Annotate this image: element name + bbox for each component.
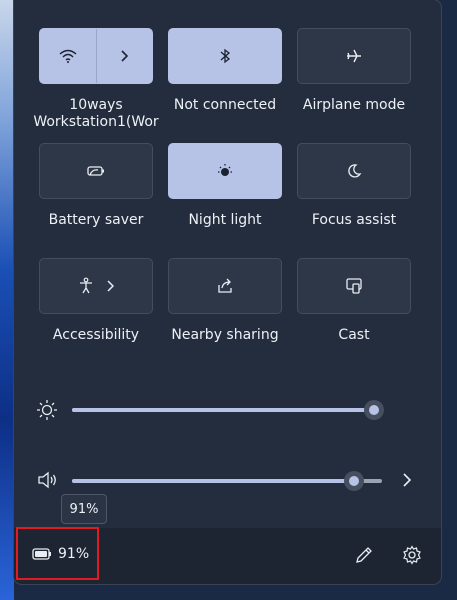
- chevron-right-icon: [107, 280, 114, 292]
- wifi-expand-button[interactable]: [97, 29, 153, 83]
- brightness-slider-fill: [72, 408, 374, 412]
- bluetooth-tile[interactable]: [168, 28, 282, 84]
- volume-icon: [36, 470, 58, 494]
- volume-tooltip: 91%: [61, 494, 107, 524]
- brightness-slider-track[interactable]: [72, 408, 374, 412]
- volume-slider-fill: [72, 479, 355, 483]
- focus-assist-label: Focus assist: [311, 212, 397, 228]
- chevron-right-icon: [403, 473, 412, 487]
- bluetooth-tile-label: Not connected: [173, 97, 277, 113]
- bluetooth-icon: [220, 48, 231, 64]
- desktop-wallpaper: [0, 0, 14, 600]
- volume-slider-track[interactable]: [72, 479, 382, 483]
- night-light-icon: [218, 164, 232, 176]
- quick-settings-panel: 10ways Workstation1(Wor Not connected Ai…: [14, 0, 441, 584]
- cast-tile[interactable]: [297, 258, 411, 314]
- accessibility-tile[interactable]: [39, 258, 153, 314]
- brightness-slider-thumb[interactable]: [364, 400, 384, 420]
- battery-saver-icon: [87, 166, 104, 176]
- settings-button[interactable]: [402, 545, 422, 569]
- wifi-icon: [59, 49, 77, 63]
- airplane-tile-label: Airplane mode: [302, 97, 406, 113]
- airplane-icon: [347, 49, 361, 63]
- audio-output-chevron[interactable]: [401, 472, 413, 492]
- brightness-icon: [36, 399, 58, 425]
- pencil-icon: [356, 547, 372, 563]
- battery-percentage: 91%: [58, 545, 90, 562]
- battery-saver-tile[interactable]: [39, 143, 153, 199]
- edit-quick-settings-button[interactable]: [354, 545, 374, 569]
- share-icon: [218, 278, 232, 293]
- nearby-sharing-tile[interactable]: [168, 258, 282, 314]
- chevron-right-icon: [121, 50, 129, 62]
- wifi-tile-label: 10ways Workstation1(Wor: [33, 97, 159, 130]
- wifi-tile[interactable]: [39, 28, 153, 84]
- battery-saver-label: Battery saver: [48, 212, 144, 228]
- volume-slider-thumb[interactable]: [344, 471, 365, 491]
- airplane-mode-tile[interactable]: [297, 28, 411, 84]
- night-light-label: Night light: [188, 212, 262, 228]
- focus-assist-tile[interactable]: [297, 143, 411, 199]
- battery-icon: [32, 547, 51, 560]
- accessibility-icon: [80, 277, 92, 294]
- nearby-sharing-label: Nearby sharing: [171, 327, 279, 343]
- cast-label: Cast: [338, 327, 370, 343]
- night-light-tile[interactable]: [168, 143, 282, 199]
- wifi-toggle[interactable]: [40, 29, 96, 83]
- moon-icon: [348, 164, 362, 178]
- battery-status-button[interactable]: 91%: [16, 527, 99, 580]
- accessibility-label: Accessibility: [52, 327, 140, 343]
- gear-icon: [403, 545, 421, 565]
- cast-icon: [346, 278, 362, 294]
